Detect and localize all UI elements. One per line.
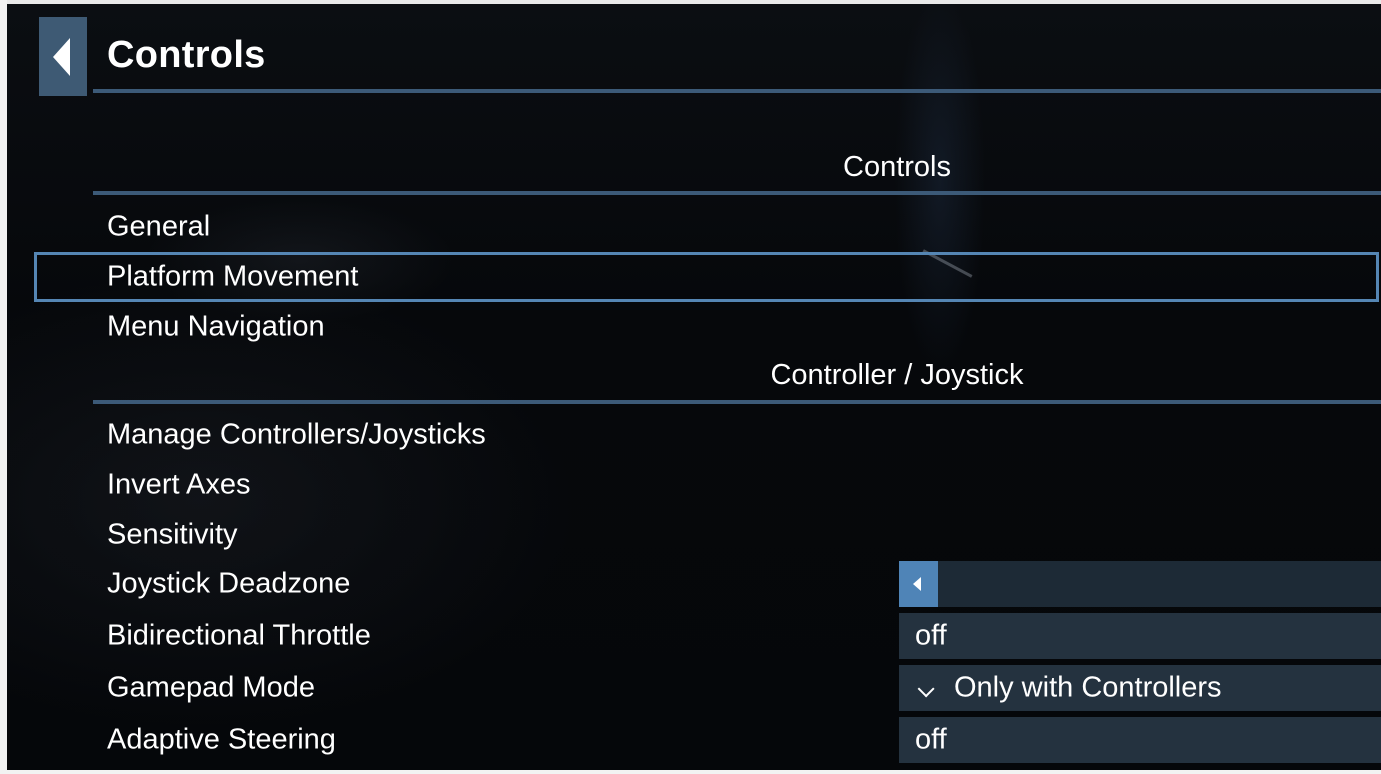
adaptive-steering-toggle[interactable]: off — [899, 717, 1381, 763]
game-settings-screen: Controls Controls General Platform Movem… — [0, 0, 1381, 774]
section-divider-controls — [93, 191, 1381, 195]
setting-label: Adaptive Steering — [107, 723, 336, 756]
window-bottom-edge — [0, 770, 1381, 774]
menu-item-menu-navigation[interactable]: Menu Navigation — [34, 304, 1379, 350]
menu-item-label: Invert Axes — [107, 468, 251, 501]
back-arrow-icon — [52, 37, 70, 76]
gamepad-mode-dropdown[interactable]: Only with Controllers — [899, 665, 1381, 711]
menu-item-label: General — [107, 210, 211, 243]
dropdown-value: Only with Controllers — [954, 671, 1222, 704]
menu-item-label: Manage Controllers/Joysticks — [107, 418, 486, 451]
back-button[interactable] — [39, 17, 87, 96]
menu-item-sensitivity[interactable]: Sensitivity — [34, 512, 1379, 558]
slider-left-arrow-icon — [913, 577, 921, 591]
menu-item-platform-movement[interactable]: Platform Movement — [34, 252, 1379, 302]
window-left-edge — [0, 0, 7, 774]
menu-item-manage-controllers[interactable]: Manage Controllers/Joysticks — [34, 412, 1379, 458]
chevron-down-icon — [917, 680, 935, 698]
setting-label: Bidirectional Throttle — [107, 619, 371, 652]
menu-item-label: Sensitivity — [107, 518, 238, 551]
setting-label: Joystick Deadzone — [107, 567, 351, 600]
slider-decrease-button[interactable] — [899, 561, 938, 607]
menu-item-label: Menu Navigation — [107, 310, 325, 343]
menu-item-general[interactable]: General — [34, 204, 1379, 250]
page-title: Controls — [107, 34, 266, 76]
menu-item-invert-axes[interactable]: Invert Axes — [34, 462, 1379, 508]
menu-item-label: Platform Movement — [107, 260, 359, 293]
setting-label: Gamepad Mode — [107, 671, 315, 704]
bidirectional-throttle-toggle[interactable]: off — [899, 613, 1381, 659]
window-top-edge — [0, 0, 1381, 4]
section-header-controller-joystick: Controller / Joystick — [770, 359, 1024, 391]
toggle-value: off — [915, 723, 947, 756]
slider-track[interactable] — [938, 561, 1381, 607]
section-header-controls: Controls — [843, 151, 951, 183]
section-divider-controller-joystick — [93, 400, 1381, 404]
joystick-deadzone-slider[interactable] — [899, 561, 1381, 607]
toggle-value: off — [915, 619, 947, 652]
header-divider — [93, 89, 1381, 93]
